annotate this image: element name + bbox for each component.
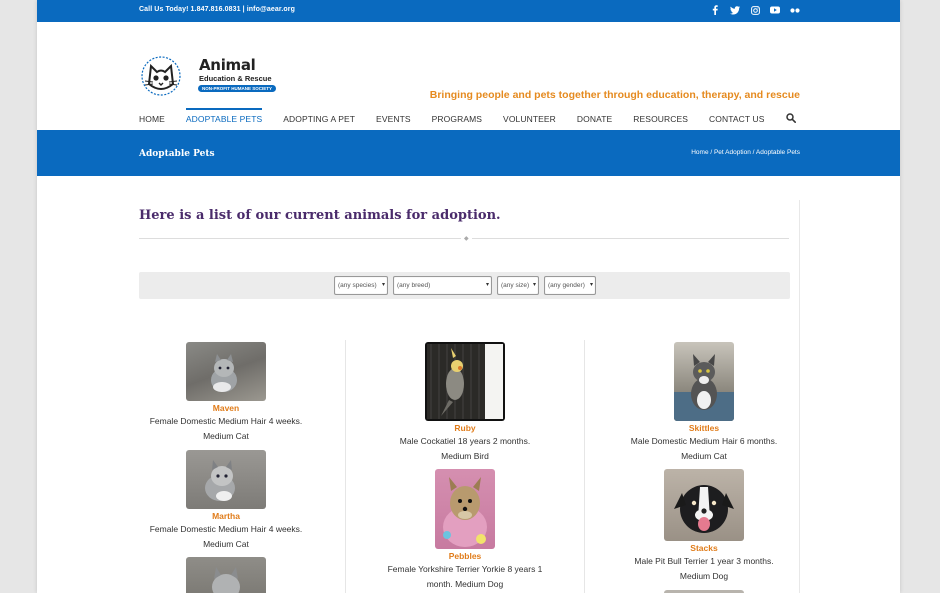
pet-card[interactable]: Stacks Male Pit Bull Terrier 1 year 3 mo… [604,469,804,584]
pet-description: Male Pit Bull Terrier 1 year 3 months. M… [604,554,804,584]
page-title: Adoptable Pets [139,149,215,159]
adoption-heading: Here is a list of our current animals fo… [139,208,501,223]
page: Call Us Today! 1.847.816.0831 | info@aea… [37,0,900,593]
pet-card[interactable]: Maven Female Domestic Medium Hair 4 week… [126,342,326,444]
pet-name[interactable]: Maven [126,403,326,413]
pet-name[interactable]: Martha [126,511,326,521]
chevron-down-icon: ▾ [589,282,593,288]
main-nav: HOME ADOPTABLE PETS ADOPTING A PET EVENT… [139,108,796,130]
pet-photo[interactable] [435,469,495,549]
pet-card[interactable]: Pebbles Female Yorkshire Terrier Yorkie … [365,469,565,592]
heading-separator: ◆ [139,235,789,242]
breed-select-value: (any breed) [397,282,431,289]
pet-breed-age: Male Cockatiel 18 years 2 months. [399,436,531,446]
nav-resources[interactable]: RESOURCES [633,110,688,130]
gender-select[interactable]: (any gender) ▾ [544,276,596,295]
social-links [710,4,800,16]
pet-description: Female Domestic Medium Hair 4 weeks. Med… [126,522,326,552]
pet-card[interactable] [126,557,326,593]
size-select[interactable]: (any size) ▾ [497,276,539,295]
site-logo[interactable]: Animal Education & Rescue NON-PROFIT HUM… [139,54,279,98]
nav-programs[interactable]: PROGRAMS [432,110,482,130]
species-select[interactable]: (any species) ▾ [334,276,388,295]
pet-photo[interactable] [186,342,266,401]
pet-description: Female Domestic Medium Hair 4 weeks. Med… [126,414,326,444]
contact-info: Call Us Today! 1.847.816.0831 | info@aea… [139,6,295,13]
pet-description: Male Cockatiel 18 years 2 months. Medium… [365,434,565,464]
logo-name: Animal [199,56,256,74]
nav-home[interactable]: HOME [139,110,165,130]
page-title-bar: Adoptable Pets Home / Pet Adoption / Ado… [37,130,900,176]
pet-size-line: month. Medium Dog [426,579,504,589]
nav-events[interactable]: EVENTS [376,110,411,130]
gender-select-value: (any gender) [548,282,585,289]
species-select-value: (any species) [338,282,377,289]
chevron-down-icon: ▾ [532,282,536,288]
pet-description: Male Domestic Medium Hair 6 months. Medi… [604,434,804,464]
pet-size: Medium Dog [679,571,729,581]
nav-adoptable-pets[interactable]: ADOPTABLE PETS [185,108,263,130]
pet-breed-age: Male Domestic Medium Hair 6 months. [630,436,778,446]
chevron-down-icon: ▾ [485,282,489,288]
nav-contact-us[interactable]: CONTACT US [709,110,764,130]
search-icon[interactable] [785,113,796,123]
nav-donate[interactable]: DONATE [577,110,612,130]
filter-bar: (any species) ▾ (any breed) ▾ (any size)… [139,272,790,299]
twitter-icon[interactable] [730,4,740,16]
separator-diamond-icon: ◆ [461,235,472,242]
instagram-icon[interactable] [750,4,760,16]
pet-photo[interactable] [664,469,744,541]
pet-photo[interactable] [674,342,734,421]
pet-grid: Maven Female Domestic Medium Hair 4 week… [139,340,790,593]
logo-cat-icon [141,56,181,96]
nav-volunteer[interactable]: VOLUNTEER [503,110,556,130]
pet-size: Medium Bird [441,451,489,461]
pet-size: Medium Cat [203,539,249,549]
pet-breed-age: Male Pit Bull Terrier 1 year 3 months. [634,556,774,566]
pet-breed-age: Female Domestic Medium Hair 4 weeks. [149,416,303,426]
pet-description: Female Yorkshire Terrier Yorkie 8 years … [365,562,565,592]
pet-card[interactable]: Skittles Male Domestic Medium Hair 6 mon… [604,342,804,464]
facebook-icon[interactable] [710,4,720,16]
pet-name[interactable]: Stacks [604,543,804,553]
pet-photo[interactable] [425,342,505,421]
site-header: Animal Education & Rescue NON-PROFIT HUM… [37,22,900,108]
pet-card[interactable]: Martha Female Domestic Medium Hair 4 wee… [126,450,326,552]
size-select-value: (any size) [501,282,530,289]
logo-badge: NON-PROFIT HUMANE SOCIETY [198,85,277,92]
column-divider [345,340,346,593]
column-divider [584,340,585,593]
pet-name[interactable]: Ruby [365,423,565,433]
pet-photo[interactable] [186,557,266,593]
nav-adopting-a-pet[interactable]: ADOPTING A PET [283,110,355,130]
top-bar: Call Us Today! 1.847.816.0831 | info@aea… [37,0,900,22]
pet-breed-age: Female Domestic Medium Hair 4 weeks. [149,524,303,534]
pet-name[interactable]: Skittles [604,423,804,433]
breed-select[interactable]: (any breed) ▾ [393,276,492,295]
pet-size: Medium Cat [203,431,249,441]
logo-subtitle: Education & Rescue [199,74,272,83]
pet-size: Medium Cat [681,451,727,461]
chevron-down-icon: ▾ [381,282,385,288]
pet-photo[interactable] [186,450,266,509]
pet-card[interactable]: Ruby Male Cockatiel 18 years 2 months. M… [365,342,565,464]
youtube-icon[interactable] [770,4,780,16]
pet-breed-age: Female Yorkshire Terrier Yorkie 8 years … [387,564,543,574]
flickr-icon[interactable] [790,4,800,16]
site-tagline: Bringing people and pets together throug… [429,89,800,101]
breadcrumb[interactable]: Home / Pet Adoption / Adoptable Pets [691,149,800,156]
pet-name[interactable]: Pebbles [365,551,565,561]
